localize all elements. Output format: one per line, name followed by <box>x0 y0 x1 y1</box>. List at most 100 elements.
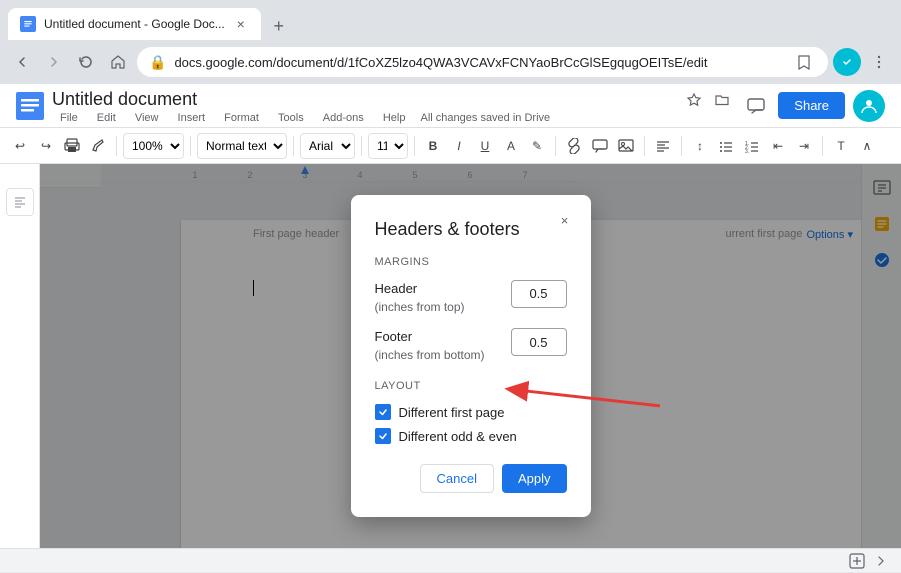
folder-icon[interactable] <box>710 88 734 112</box>
browser-menu-button[interactable] <box>865 48 893 76</box>
address-bar-row: 🔒 docs.google.com/document/d/1fCoXZ5lzo4… <box>0 40 901 84</box>
different-first-page-checkbox[interactable] <box>375 404 391 420</box>
address-bar[interactable]: 🔒 docs.google.com/document/d/1fCoXZ5lzo4… <box>136 46 829 78</box>
toolbar-divider-9 <box>822 136 823 156</box>
toolbar-divider-3 <box>293 136 294 156</box>
font-size-select[interactable]: 11 <box>368 133 408 159</box>
bookmark-icon[interactable] <box>792 50 816 74</box>
outline-icon[interactable] <box>6 188 34 216</box>
font-select[interactable]: Arial <box>300 133 355 159</box>
toolbar-divider-5 <box>414 136 415 156</box>
address-text: docs.google.com/document/d/1fCoXZ5lzo4QW… <box>174 55 784 70</box>
share-button[interactable]: Share <box>778 92 845 119</box>
toolbar-divider-2 <box>190 136 191 156</box>
forward-button[interactable] <box>40 48 68 76</box>
decrease-indent-button[interactable]: ⇤ <box>766 132 790 160</box>
browser-chrome: Untitled document - Google Doc... × + 🔒 … <box>0 0 901 84</box>
app-header: Untitled document File Edit View Insert … <box>0 84 901 128</box>
menu-file[interactable]: File <box>52 108 86 128</box>
link-button[interactable] <box>562 132 586 160</box>
new-tab-button[interactable]: + <box>265 12 293 40</box>
zoom-select[interactable]: 100% <box>123 133 184 159</box>
apply-button[interactable]: Apply <box>502 464 567 493</box>
numbered-list-button[interactable]: 1.2.3. <box>740 132 764 160</box>
footer-field-row: Footer (inches from bottom) <box>375 328 567 364</box>
header-field-row: Header (inches from top) <box>375 280 567 316</box>
menu-help[interactable]: Help <box>375 108 414 128</box>
user-avatar[interactable] <box>853 90 885 122</box>
header-field-label: Header (inches from top) <box>375 280 465 316</box>
bullet-list-button[interactable] <box>714 132 738 160</box>
text-color-button[interactable]: A <box>499 132 523 160</box>
underline-button[interactable]: U <box>473 132 497 160</box>
tab-bar: Untitled document - Google Doc... × + <box>0 0 901 40</box>
align-left-button[interactable] <box>651 132 675 160</box>
header-margin-input[interactable] <box>511 280 567 308</box>
different-first-page-label-cb: Different first page <box>399 405 505 420</box>
dialog-overlay: Headers & footers × Margins Header (inch… <box>40 164 901 548</box>
lock-icon: 🔒 <box>149 54 166 71</box>
menu-row: File Edit View Insert Format Tools Add-o… <box>52 112 550 124</box>
clear-format-button[interactable]: T <box>829 132 853 160</box>
star-icon[interactable] <box>682 88 706 112</box>
tab-close-btn[interactable]: × <box>233 16 249 32</box>
toolbar-divider-7 <box>644 136 645 156</box>
app-container: Untitled document File Edit View Insert … <box>0 84 901 572</box>
layout-section-label: Layout <box>375 380 567 392</box>
menu-edit[interactable]: Edit <box>89 108 124 128</box>
different-odd-even-row[interactable]: Different odd & even <box>375 428 567 444</box>
refresh-button[interactable] <box>72 48 100 76</box>
undo-button[interactable]: ↩ <box>8 132 32 160</box>
toolbar-divider-8 <box>681 136 682 156</box>
bold-button[interactable]: B <box>421 132 445 160</box>
margins-section-label: Margins <box>375 256 567 268</box>
italic-button[interactable]: I <box>447 132 471 160</box>
menu-tools[interactable]: Tools <box>270 108 312 128</box>
chat-button[interactable] <box>742 92 770 120</box>
tab-title: Untitled document - Google Doc... <box>44 17 225 31</box>
toolbar-divider-4 <box>361 136 362 156</box>
editor-wrapper: 1 2 3 4 5 6 7 First page header <box>0 164 901 548</box>
back-button[interactable] <box>8 48 36 76</box>
address-icons <box>792 50 816 74</box>
dialog-title: Headers & footers <box>375 219 567 240</box>
dialog-actions: Cancel Apply <box>375 464 567 493</box>
active-tab[interactable]: Untitled document - Google Doc... × <box>8 8 261 40</box>
menu-view[interactable]: View <box>127 108 167 128</box>
footer-margin-input[interactable] <box>511 328 567 356</box>
app-logo <box>16 92 44 120</box>
dialog-close-button[interactable]: × <box>551 207 579 235</box>
different-odd-even-checkbox[interactable] <box>375 428 391 444</box>
add-page-button[interactable] <box>845 549 869 573</box>
menu-addons[interactable]: Add-ons <box>315 108 372 128</box>
paintformat-button[interactable] <box>86 132 110 160</box>
doc-title-row: Untitled document File Edit View Insert … <box>52 88 734 124</box>
redo-button[interactable]: ↪ <box>34 132 58 160</box>
cancel-button[interactable]: Cancel <box>420 464 494 493</box>
comment-button[interactable] <box>588 132 612 160</box>
print-button[interactable] <box>60 132 84 160</box>
line-spacing-button[interactable]: ↕ <box>688 132 712 160</box>
header-actions: Share <box>742 90 885 122</box>
different-first-page-row[interactable]: Different first page <box>375 404 567 420</box>
home-button[interactable] <box>104 48 132 76</box>
menu-insert[interactable]: Insert <box>170 108 214 128</box>
toolbar: ↩ ↪ 100% Normal text Arial 11 B I U A ✎ <box>0 128 901 164</box>
autosave-status: All changes saved in Drive <box>421 112 551 124</box>
different-odd-even-label: Different odd & even <box>399 429 517 444</box>
next-page-button[interactable] <box>869 549 893 573</box>
highlight-button[interactable]: ✎ <box>525 132 549 160</box>
svg-text:3.: 3. <box>745 149 749 154</box>
headers-footers-dialog: Headers & footers × Margins Header (inch… <box>351 195 591 518</box>
style-select[interactable]: Normal text <box>197 133 287 159</box>
toolbar-divider-1 <box>116 136 117 156</box>
image-button[interactable] <box>614 132 638 160</box>
expand-toolbar-button[interactable]: ∧ <box>855 132 879 160</box>
browser-extension-icon[interactable] <box>833 48 861 76</box>
document-title[interactable]: Untitled document <box>52 89 678 110</box>
editor-area[interactable]: 1 2 3 4 5 6 7 First page header <box>40 164 901 548</box>
increase-indent-button[interactable]: ⇥ <box>792 132 816 160</box>
footer-field-label: Footer (inches from bottom) <box>375 328 485 364</box>
menu-format[interactable]: Format <box>216 108 267 128</box>
toolbar-divider-6 <box>555 136 556 156</box>
